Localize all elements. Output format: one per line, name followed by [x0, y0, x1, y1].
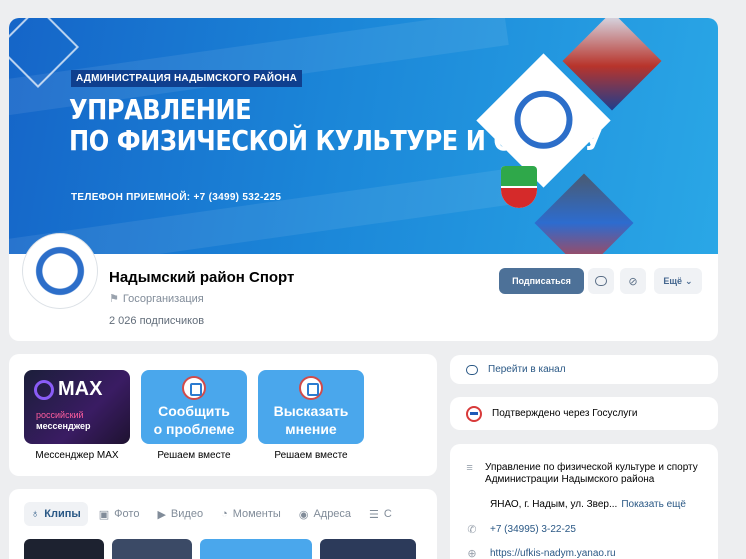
content-tabs: ♁ Клипы ▣ Фото ▶ Видео ◔ Моменты ◉ Адреса ☰ С: [24, 502, 399, 526]
tab-addresses[interactable]: ◉ Адреса: [292, 502, 358, 526]
clip-thumbnail[interactable]: [320, 539, 416, 559]
group-info: ≡ Управление по физической культуре и сп…: [450, 444, 718, 559]
clips-thumbnails: [24, 539, 416, 559]
video-icon: ▶: [157, 508, 166, 521]
content-tabs-card: ♁ Клипы ▣ Фото ▶ Видео ◔ Моменты ◉ Адреса ☰ С: [9, 489, 437, 559]
chevron-down-icon: ⌄: [685, 275, 693, 286]
app-give-opinion[interactable]: Высказать мнение Решаем вместе: [258, 370, 364, 461]
max-subtitle: российский мессенджер: [36, 410, 91, 431]
apps-widget: MAX российский мессенджер Мессенджер MAX …: [9, 354, 437, 476]
tab-clips[interactable]: ♁ Клипы: [24, 502, 88, 526]
max-logo: MAX: [34, 378, 102, 401]
info-phone[interactable]: ✆ +7 (34995) 3-22-25: [466, 524, 576, 536]
app-caption: Решаем вместе: [157, 450, 231, 461]
globe-icon: ⊕: [467, 548, 477, 559]
clips-icon: ♁: [31, 508, 40, 520]
info-description: ≡ Управление по физической культуре и сп…: [466, 462, 711, 486]
gosuslugi-verified[interactable]: Подтверждено через Госуслуги: [450, 397, 718, 430]
info-website[interactable]: ⊕ https://ufkis-nadym.yanao.ru: [466, 548, 616, 559]
share-icon: ⊘: [628, 275, 638, 288]
group-type: ⚑ Госорганизация: [109, 292, 204, 305]
cover-boxing-photo: [534, 173, 634, 254]
address-text: ЯНАО, г. Надым, ул. Звер...: [490, 499, 618, 510]
app-caption: Решаем вместе: [274, 450, 348, 461]
flag-icon: ⚑: [109, 293, 119, 305]
clip-thumbnail[interactable]: [112, 539, 192, 559]
group-name: Надымский район Спорт: [109, 269, 295, 286]
cover-phone: ТЕЛЕФОН ПРИЕМНОЙ: +7 (3499) 532-225: [71, 192, 282, 203]
followers-count[interactable]: 2 026 подписчиков: [109, 315, 204, 327]
tab-video[interactable]: ▶ Видео: [150, 502, 210, 526]
group-header: АДМИНИСТРАЦИЯ НАДЫМСКОГО РАЙОНА УПРАВЛЕН…: [9, 18, 718, 341]
tab-moments[interactable]: ◔ Моменты: [214, 502, 288, 526]
phone-link[interactable]: +7 (34995) 3-22-25: [490, 524, 576, 536]
subscribe-button[interactable]: Подписаться: [499, 268, 584, 294]
coat-of-arms-icon: [501, 166, 537, 208]
more-button[interactable]: Ещё ⌄: [654, 268, 702, 294]
show-more-link[interactable]: Показать ещё: [621, 499, 686, 511]
location-icon: ◉: [298, 508, 309, 521]
channel-label: Перейти в канал: [488, 364, 566, 375]
max-logo-icon: [34, 379, 54, 400]
clip-thumbnail[interactable]: [200, 539, 312, 559]
more-label: Ещё: [663, 276, 683, 286]
go-to-channel-link[interactable]: Перейти в канал: [450, 355, 718, 384]
app-report-problem[interactable]: Сообщить о проблеме Решаем вместе: [141, 370, 247, 461]
gosuslugi-label: Подтверждено через Госуслуги: [492, 408, 638, 419]
moments-icon: ◔: [221, 508, 228, 520]
description-icon: ≡: [466, 462, 473, 474]
cover-admin-label: АДМИНИСТРАЦИЯ НАДЫМСКОГО РАЙОНА: [71, 70, 303, 87]
emblem-ring: [514, 90, 573, 149]
phone-icon: ✆: [467, 524, 477, 536]
share-button[interactable]: ⊘: [620, 268, 646, 294]
cover-decor: [9, 169, 509, 254]
message-button[interactable]: [588, 268, 614, 294]
text-icon: ☰: [369, 508, 379, 521]
description-text: Управление по физической культуре и спор…: [485, 462, 698, 485]
avatar-emblem: [28, 239, 92, 303]
avatar[interactable]: [23, 234, 97, 308]
app-report-tile[interactable]: Сообщить о проблеме: [141, 370, 247, 444]
tab-text[interactable]: ☰ С: [362, 502, 399, 526]
app-max-messenger[interactable]: MAX российский мессенджер Мессенджер MAX: [24, 370, 130, 461]
website-link[interactable]: https://ufkis-nadym.yanao.ru: [490, 548, 616, 559]
app-max-tile[interactable]: MAX российский мессенджер: [24, 370, 130, 444]
channel-icon: [466, 364, 478, 375]
message-icon: [595, 276, 607, 286]
gosuslugi-icon: [466, 405, 482, 422]
gosuslugi-emblem-icon: [299, 376, 323, 400]
app-opinion-tile[interactable]: Высказать мнение: [258, 370, 364, 444]
photo-icon: ▣: [98, 508, 110, 521]
tab-photo[interactable]: ▣ Фото: [92, 502, 147, 526]
cover-image[interactable]: АДМИНИСТРАЦИЯ НАДЫМСКОГО РАЙОНА УПРАВЛЕН…: [9, 18, 718, 254]
clip-thumbnail[interactable]: [24, 539, 104, 559]
group-type-label: Госорганизация: [122, 293, 204, 305]
app-caption: Мессенджер MAX: [35, 450, 119, 461]
gosuslugi-emblem-icon: [182, 376, 206, 400]
info-address: ЯНАО, г. Надым, ул. Звер... Показать ещё: [490, 499, 686, 511]
